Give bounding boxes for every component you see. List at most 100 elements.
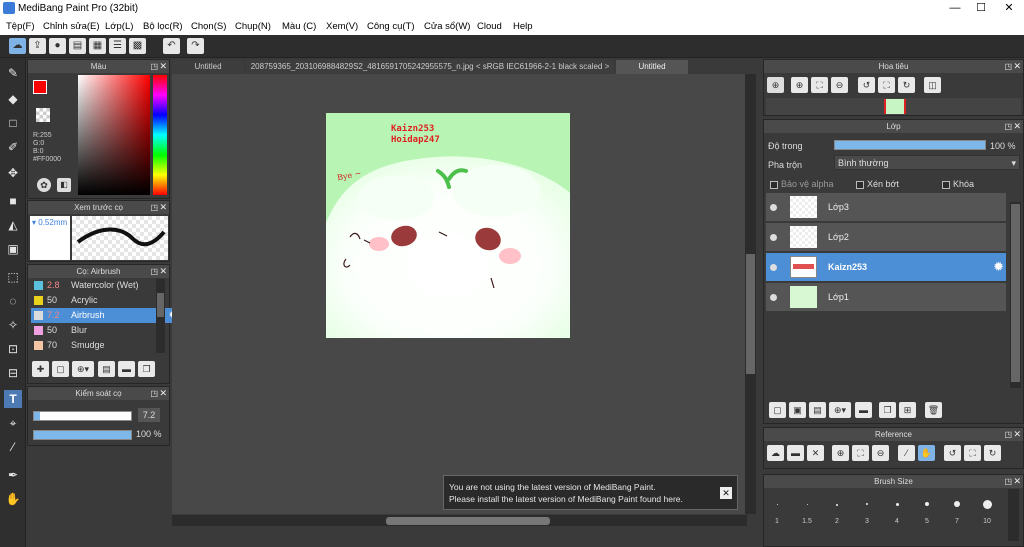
select-pen-tool-icon[interactable]: ⊡ bbox=[4, 340, 22, 358]
rectangle-tool-icon[interactable]: □ bbox=[4, 114, 22, 132]
layer-row-selected[interactable]: Kaizn253 ✹ bbox=[766, 253, 1006, 282]
flip-icon[interactable]: ◫ bbox=[924, 77, 941, 93]
palette-icon[interactable]: ✿ bbox=[37, 178, 51, 192]
brush-size-option[interactable]: 1.5 bbox=[792, 490, 822, 530]
alpha-lock-checkbox[interactable] bbox=[770, 180, 778, 189]
menu-cloud[interactable]: Cloud bbox=[477, 21, 502, 32]
close-icon[interactable]: ✕ bbox=[1013, 60, 1021, 73]
duplicate-layer-icon[interactable]: ❐ bbox=[879, 402, 896, 418]
close-icon[interactable]: ✕ bbox=[159, 201, 167, 214]
import-brush-icon[interactable]: ⊕▾ bbox=[72, 361, 94, 377]
rotate-right-icon[interactable]: ↻ bbox=[898, 77, 915, 93]
brush-size-option[interactable]: 10 bbox=[972, 490, 1002, 530]
menu-file[interactable]: Tệp(F) bbox=[6, 21, 35, 32]
menu-edit[interactable]: Chỉnh sửa(E) bbox=[43, 21, 100, 32]
menu-view[interactable]: Xem(V) bbox=[326, 21, 358, 32]
zoom-icon[interactable]: ⊕ bbox=[767, 77, 784, 93]
eyedropper-tool-icon[interactable]: ✒ bbox=[4, 466, 22, 484]
menu-tools[interactable]: Công cụ(T) bbox=[367, 21, 415, 32]
brush-size-option[interactable]: 2 bbox=[822, 490, 852, 530]
brush-size-option[interactable]: 5 bbox=[912, 490, 942, 530]
reset-view-icon[interactable]: ⛶ bbox=[878, 77, 895, 93]
canvas-vertical-scrollbar[interactable] bbox=[745, 74, 756, 514]
duplicate-icon[interactable]: ❐ bbox=[138, 361, 155, 377]
comment-icon[interactable]: ● bbox=[49, 38, 66, 54]
bucket-tool-icon[interactable]: ◭ bbox=[4, 216, 22, 234]
gear-icon[interactable]: ✹ bbox=[993, 259, 1004, 275]
hand-icon[interactable]: ✋ bbox=[918, 445, 935, 461]
menu-help[interactable]: Help bbox=[513, 21, 533, 32]
fit-icon[interactable]: ⛶ bbox=[852, 445, 869, 461]
eye-icon[interactable] bbox=[770, 234, 777, 241]
close-reference-icon[interactable]: ✕ bbox=[807, 445, 824, 461]
add-brush-icon[interactable]: ✚ bbox=[32, 361, 49, 377]
close-icon[interactable]: ✕ bbox=[159, 265, 167, 278]
brush-opacity-slider[interactable] bbox=[33, 430, 132, 440]
pen-tool-icon[interactable]: ✐ bbox=[4, 138, 22, 156]
hue-slider[interactable] bbox=[153, 75, 167, 195]
reset-view-icon[interactable]: ⛶ bbox=[964, 445, 981, 461]
layer-scrollbar[interactable] bbox=[1010, 202, 1021, 388]
artwork-canvas[interactable] bbox=[326, 113, 570, 338]
select-tool-icon[interactable]: ⬚ bbox=[4, 268, 22, 286]
lock-option[interactable]: Khóa bbox=[942, 179, 974, 189]
lasso-tool-icon[interactable]: ◌ bbox=[4, 292, 22, 310]
brush-size-option[interactable]: 4 bbox=[882, 490, 912, 530]
magic-wand-tool-icon[interactable]: ✧ bbox=[4, 316, 22, 334]
close-icon[interactable]: ✕ bbox=[1013, 120, 1021, 133]
fill-rect-tool-icon[interactable]: ■ bbox=[4, 192, 22, 210]
menu-window[interactable]: Cửa sổ(W) bbox=[424, 21, 470, 32]
brush-size-option[interactable]: 1 bbox=[762, 490, 792, 530]
new-1bit-layer-icon[interactable]: ▤ bbox=[809, 402, 826, 418]
brush-tool-icon[interactable]: ✎ bbox=[4, 64, 22, 82]
new-halftone-layer-icon[interactable]: ▣ bbox=[789, 402, 806, 418]
fit-icon[interactable]: ⛶ bbox=[811, 77, 828, 93]
brush-size-value[interactable]: 7.2 bbox=[138, 408, 160, 422]
clipping-checkbox[interactable] bbox=[856, 180, 864, 189]
close-icon[interactable]: ✕ bbox=[1013, 428, 1021, 441]
navigator-preview[interactable] bbox=[766, 98, 1021, 115]
close-button[interactable]: ✕ bbox=[994, 0, 1024, 17]
close-icon[interactable]: ✕ bbox=[720, 487, 732, 499]
layer-row[interactable]: Lớp2 bbox=[766, 223, 1006, 252]
text-tool-icon[interactable]: T bbox=[4, 390, 22, 408]
redo-icon[interactable]: ↷ bbox=[187, 38, 204, 54]
brush-size-scrollbar[interactable] bbox=[1008, 489, 1019, 541]
transparent-swatch[interactable] bbox=[36, 108, 50, 122]
operation-tool-icon[interactable]: ⌖ bbox=[4, 414, 22, 432]
merge-layer-icon[interactable]: ⊞ bbox=[899, 402, 916, 418]
layer-opacity-slider[interactable] bbox=[834, 140, 986, 150]
share-icon[interactable]: ⇪ bbox=[29, 38, 46, 54]
new-layer-icon[interactable]: ▢ bbox=[769, 402, 786, 418]
close-icon[interactable]: ✕ bbox=[159, 387, 167, 400]
delete-layer-icon[interactable]: 🗑 bbox=[925, 402, 942, 418]
minimize-button[interactable]: — bbox=[942, 0, 968, 17]
layer-folder-icon[interactable]: ▬ bbox=[855, 402, 872, 418]
select-eraser-tool-icon[interactable]: ⊟ bbox=[4, 364, 22, 382]
clipping-option[interactable]: Xén bớt bbox=[856, 179, 899, 189]
eraser-tool-icon[interactable]: ◆ bbox=[4, 90, 22, 108]
add-layer-menu-icon[interactable]: ⊕▾ bbox=[829, 402, 851, 418]
open-folder-icon[interactable]: ▬ bbox=[787, 445, 804, 461]
lock-checkbox[interactable] bbox=[942, 180, 950, 189]
new-brush-icon[interactable]: ▢ bbox=[52, 361, 69, 377]
blend-mode-select[interactable]: Bình thường ▾ bbox=[834, 155, 1020, 170]
color-set-icon[interactable]: ◧ bbox=[57, 178, 71, 192]
brush-size-option[interactable]: 7 bbox=[942, 490, 972, 530]
dropper-icon[interactable]: ⁄ bbox=[898, 445, 915, 461]
maximize-button[interactable]: ☐ bbox=[968, 0, 994, 17]
menu-layer[interactable]: Lớp(L) bbox=[105, 21, 133, 32]
dropper-tool-icon[interactable]: ⁄ bbox=[4, 438, 22, 456]
close-icon[interactable]: ✕ bbox=[159, 60, 167, 73]
layer-row[interactable]: Lớp3 bbox=[766, 193, 1006, 222]
cloud-icon[interactable]: ☁ bbox=[9, 38, 26, 54]
canvas-horizontal-scrollbar[interactable] bbox=[172, 515, 747, 526]
rotate-right-icon[interactable]: ↻ bbox=[984, 445, 1001, 461]
rotate-left-icon[interactable]: ↺ bbox=[858, 77, 875, 93]
eye-icon[interactable] bbox=[770, 264, 777, 271]
saturation-value-picker[interactable] bbox=[78, 75, 150, 195]
brush-size-option[interactable]: 3 bbox=[852, 490, 882, 530]
brush-size-slider[interactable] bbox=[33, 411, 132, 421]
zoom-in-icon[interactable]: ⊕ bbox=[791, 77, 808, 93]
primary-color-swatch[interactable] bbox=[33, 80, 47, 94]
